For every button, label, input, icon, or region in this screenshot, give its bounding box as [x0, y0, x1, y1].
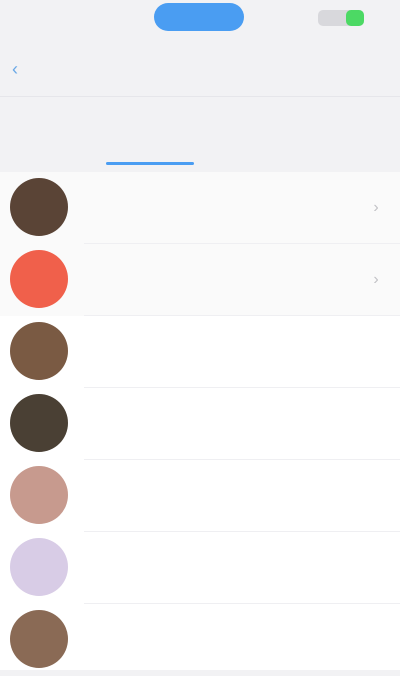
list-item[interactable]: [0, 532, 400, 604]
tab-1[interactable]: [235, 140, 295, 160]
chevron-right-icon: ›: [373, 199, 379, 216]
list-item[interactable]: [0, 604, 400, 676]
list-item[interactable]: ›: [0, 244, 400, 316]
status-bar: [0, 0, 400, 36]
active-call-pill[interactable]: [154, 3, 244, 31]
tab-2[interactable]: [310, 140, 350, 160]
list-item[interactable]: [0, 460, 400, 532]
battery-level: [345, 10, 364, 26]
chevron-left-icon: ‹: [12, 59, 18, 79]
avatar: [10, 178, 68, 236]
back-button[interactable]: ‹: [12, 56, 46, 82]
list-item[interactable]: [0, 388, 400, 460]
list-item[interactable]: [0, 316, 400, 388]
tab-bar: [0, 130, 400, 170]
avatar: [10, 322, 68, 380]
tab-0[interactable]: [100, 140, 200, 160]
nav-bar: ‹: [0, 44, 400, 94]
contact-list: › ›: [0, 172, 400, 670]
nav-divider: [0, 96, 400, 97]
avatar: [10, 538, 68, 596]
nav-action-button[interactable]: [320, 58, 390, 80]
chevron-right-icon: ›: [373, 271, 379, 288]
avatar: [10, 394, 68, 452]
battery-icon: [318, 10, 364, 26]
page-title: [170, 58, 230, 80]
list-item[interactable]: ›: [0, 172, 400, 244]
active-tab-indicator: [106, 162, 194, 165]
avatar: [10, 250, 68, 308]
avatar: [10, 610, 68, 668]
avatar: [10, 466, 68, 524]
